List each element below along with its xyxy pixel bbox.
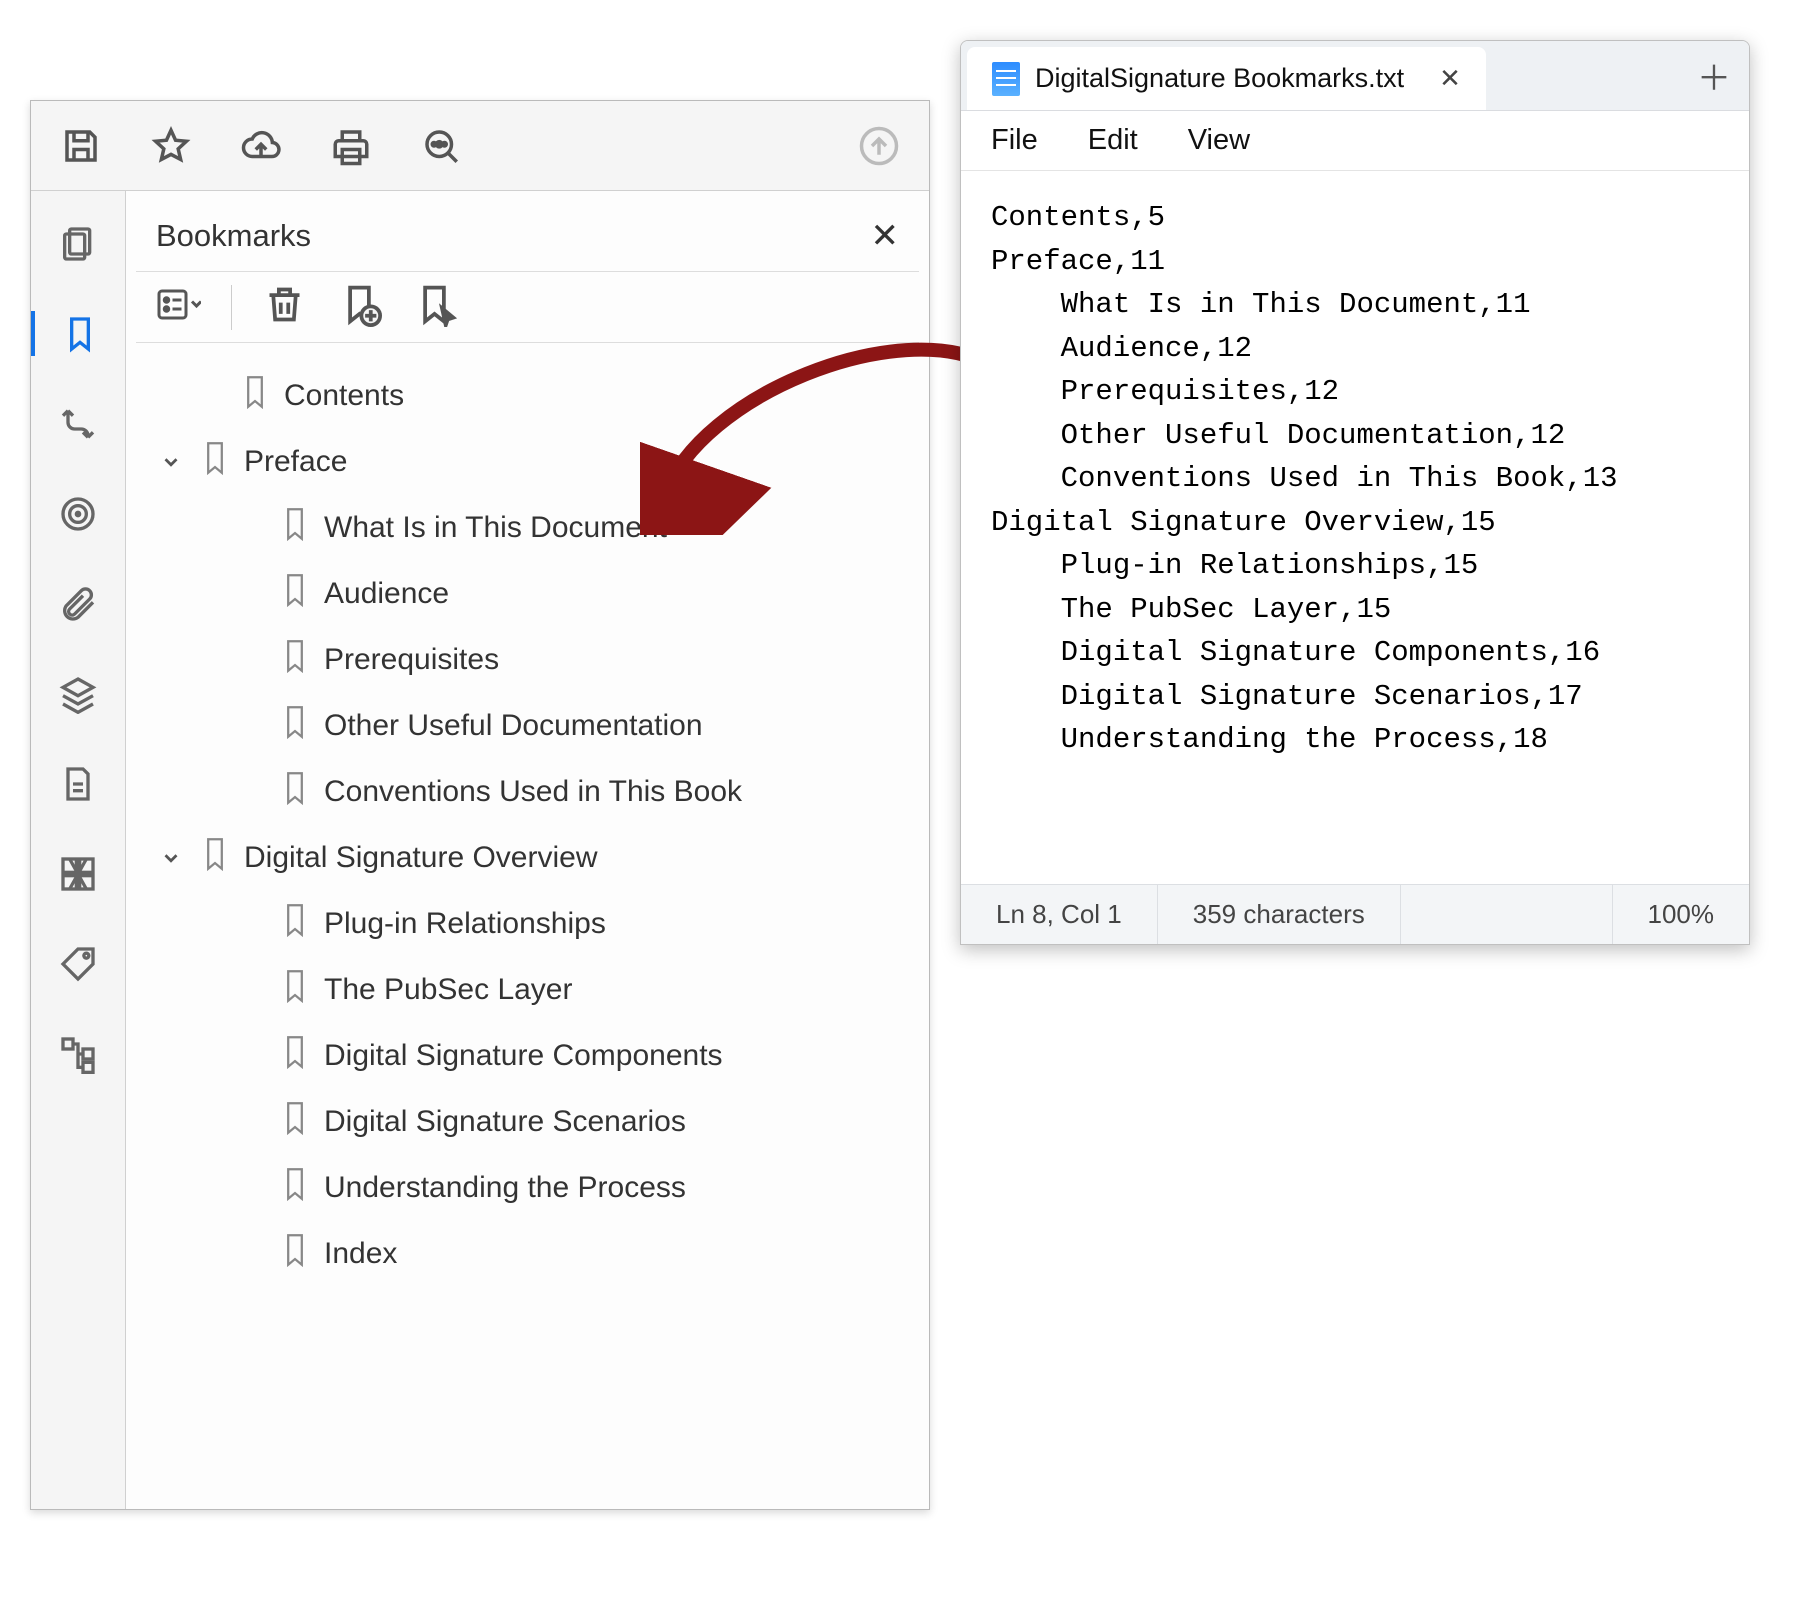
target-icon[interactable]: [56, 491, 101, 536]
bookmark-item[interactable]: Preface: [156, 429, 909, 495]
notepad-menu: File Edit View: [961, 111, 1749, 171]
bookmark-label: Digital Signature Scenarios: [324, 1105, 686, 1139]
bookmark-item[interactable]: The PubSec Layer: [156, 957, 909, 1023]
bookmark-item[interactable]: Conventions Used in This Book: [156, 759, 909, 825]
notepad-tab[interactable]: DigitalSignature Bookmarks.txt ✕: [967, 47, 1486, 110]
bookmark-label: Preface: [244, 445, 347, 479]
print-icon[interactable]: [326, 121, 376, 171]
pdf-nav-rail: [31, 191, 126, 1509]
bookmarks-title: Bookmarks: [156, 218, 311, 254]
bookmark-label: Prerequisites: [324, 643, 499, 677]
bookmark-item[interactable]: Contents: [156, 363, 909, 429]
search-icon[interactable]: [416, 121, 466, 171]
flow-icon[interactable]: [56, 401, 101, 446]
chevron-down-icon[interactable]: [156, 847, 186, 869]
new-tab-button[interactable]: ＋: [1679, 41, 1749, 110]
bookmarks-tree: Contents Preface What Is in This Document A…: [126, 353, 929, 1509]
bookmark-item[interactable]: Prerequisites: [156, 627, 909, 693]
chevron-down-icon[interactable]: [156, 451, 186, 473]
bookmark-label: The PubSec Layer: [324, 973, 572, 1007]
notepad-statusbar: Ln 8, Col 1 359 characters 100%: [961, 884, 1749, 944]
bookmark-item[interactable]: What Is in This Document: [156, 495, 909, 561]
attachment-icon[interactable]: [56, 581, 101, 626]
pdf-bookmark-panel: Bookmarks ✕ Contents Preface What Is in Th…: [30, 100, 930, 1510]
up-arrow-icon[interactable]: [854, 121, 904, 171]
bookmark-label: Understanding the Process: [324, 1171, 686, 1205]
star-icon[interactable]: [146, 121, 196, 171]
bookmark-label: Digital Signature Overview: [244, 841, 597, 875]
bookmark-item[interactable]: Other Useful Documentation: [156, 693, 909, 759]
save-icon[interactable]: [56, 121, 106, 171]
tab-title: DigitalSignature Bookmarks.txt: [1035, 63, 1404, 94]
bookmarks-icon[interactable]: [31, 311, 125, 356]
notepad-window: DigitalSignature Bookmarks.txt ✕ ＋ File …: [960, 40, 1750, 945]
bookmark-item[interactable]: Digital Signature Overview: [156, 825, 909, 891]
layers-icon[interactable]: [56, 671, 101, 716]
close-icon[interactable]: ✕: [871, 216, 900, 256]
bookmark-item[interactable]: Audience: [156, 561, 909, 627]
bookmark-item[interactable]: Digital Signature Components: [156, 1023, 909, 1089]
add-bookmark-icon[interactable]: [337, 282, 382, 332]
status-chars: 359 characters: [1158, 885, 1401, 944]
bookmark-cursor-icon[interactable]: [412, 282, 457, 332]
bookmark-label: Contents: [284, 379, 404, 413]
pdf-toolbar: [31, 101, 929, 191]
bookmark-icon: [281, 1035, 309, 1077]
cloud-upload-icon[interactable]: [236, 121, 286, 171]
bookmark-label: Digital Signature Components: [324, 1039, 723, 1073]
status-position: Ln 8, Col 1: [961, 885, 1158, 944]
bookmark-label: Audience: [324, 577, 449, 611]
tree-icon[interactable]: [56, 1031, 101, 1076]
bookmark-label: What Is in This Document: [324, 511, 667, 545]
bookmark-icon: [201, 837, 229, 879]
options-icon[interactable]: [156, 282, 201, 332]
bookmark-label: Index: [324, 1237, 397, 1271]
bookmark-icon: [281, 771, 309, 813]
bookmark-icon: [281, 969, 309, 1011]
delete-icon[interactable]: [262, 282, 307, 332]
bookmarks-pane: Bookmarks ✕ Contents Preface What Is in Th…: [126, 191, 929, 1509]
document-icon[interactable]: [56, 761, 101, 806]
bookmark-icon: [281, 573, 309, 615]
bookmark-icon: [201, 441, 229, 483]
bookmark-item[interactable]: Index: [156, 1221, 909, 1287]
notepad-tabstrip: DigitalSignature Bookmarks.txt ✕ ＋: [961, 41, 1749, 111]
menu-view[interactable]: View: [1188, 124, 1250, 157]
bookmark-icon: [281, 1233, 309, 1275]
bookmark-icon: [281, 1101, 309, 1143]
menu-edit[interactable]: Edit: [1088, 124, 1138, 157]
bookmark-label: Plug-in Relationships: [324, 907, 606, 941]
status-zoom[interactable]: 100%: [1613, 885, 1750, 944]
bookmark-icon: [281, 1167, 309, 1209]
text-file-icon: [992, 62, 1020, 96]
notepad-content[interactable]: Contents,5 Preface,11 What Is in This Do…: [961, 171, 1749, 884]
bookmark-icon: [281, 705, 309, 747]
pages-icon[interactable]: [56, 221, 101, 266]
bookmark-item[interactable]: Digital Signature Scenarios: [156, 1089, 909, 1155]
grid-icon[interactable]: [56, 851, 101, 896]
bookmark-icon: [241, 375, 269, 417]
bookmark-icon: [281, 639, 309, 681]
bookmark-label: Other Useful Documentation: [324, 709, 703, 743]
bookmark-item[interactable]: Understanding the Process: [156, 1155, 909, 1221]
tag-icon[interactable]: [56, 941, 101, 986]
close-tab-icon[interactable]: ✕: [1439, 63, 1461, 94]
bookmark-icon: [281, 903, 309, 945]
bookmark-icon: [281, 507, 309, 549]
bookmarks-toolbar: [136, 271, 919, 343]
bookmark-item[interactable]: Plug-in Relationships: [156, 891, 909, 957]
menu-file[interactable]: File: [991, 124, 1038, 157]
bookmark-label: Conventions Used in This Book: [324, 775, 742, 809]
